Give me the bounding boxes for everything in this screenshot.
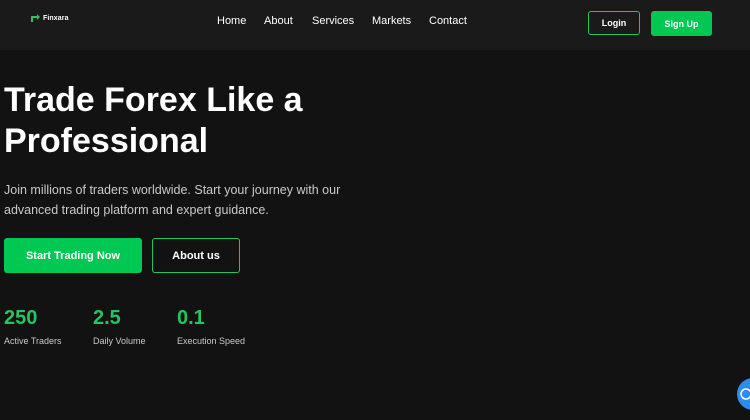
logo[interactable]: Finxara [31,14,69,22]
about-us-button[interactable]: About us [152,238,240,273]
stat-active-traders: 250 Active Traders [4,307,62,346]
chat-icon [740,388,750,400]
start-trading-button[interactable]: Start Trading Now [4,238,142,273]
logo-icon [31,14,40,22]
brand-name: Finxara [43,14,69,22]
nav-contact-link[interactable]: Contact [429,15,467,27]
stat-label: Execution Speed [177,336,246,346]
stat-value: 250 [4,307,38,329]
stat-execution-speed: 0.1 Execution Speed [177,307,245,346]
stat-label: Active Traders [4,336,62,346]
hero-title: Trade Forex Like a Professional [4,80,344,162]
site-header: Finxara Home About Services Markets Cont… [0,0,750,50]
stat-daily-volume: 2.5 Daily Volume [93,307,146,346]
hero-title-line1: Trade Forex Like a [4,81,303,119]
stat-label: Daily Volume [93,336,146,346]
stat-value: 0.1 [177,307,205,329]
chat-widget-button[interactable] [737,378,750,410]
landing-page: Finxara Home About Services Markets Cont… [0,0,750,420]
stat-value: 2.5 [93,307,121,329]
nav-home-link[interactable]: Home [217,15,246,27]
nav-about-link[interactable]: About [264,15,293,27]
signup-button[interactable]: Sign Up [651,11,712,36]
hero-title-line2: Professional [4,122,209,160]
nav-markets-link[interactable]: Markets [372,15,411,27]
nav-services-link[interactable]: Services [312,15,354,27]
login-button[interactable]: Login [588,11,640,35]
hero-subtitle: Join millions of traders worldwide. Star… [4,183,341,217]
